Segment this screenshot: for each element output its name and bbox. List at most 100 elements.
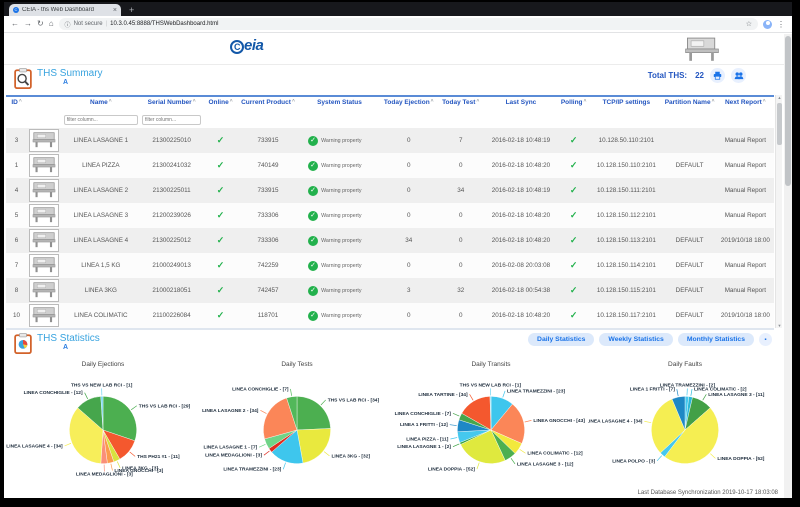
weekly-statistics-button[interactable]: Weekly Statistics xyxy=(599,333,672,346)
tab-close-icon[interactable]: × xyxy=(113,7,117,14)
status-text: Warning property xyxy=(321,163,361,169)
green-check-icon: ✓ xyxy=(570,210,578,220)
table-row[interactable]: 8LINEA 3KG21000218051✓742457✓Warning pro… xyxy=(6,278,774,303)
browser-scroll-thumb[interactable] xyxy=(785,36,791,186)
pie-label-line xyxy=(520,449,526,453)
url-input[interactable]: ⓘ Not secure | 10.3.0.45:8888/THSWebDash… xyxy=(59,18,758,30)
pie-label: LINEA LASAGNE 3 - [11] xyxy=(708,392,764,398)
table-row[interactable]: 10LINEA COLIMATIC21100226084✓118701✓Warn… xyxy=(6,303,774,328)
bookmark-star-icon[interactable]: ☆ xyxy=(746,20,752,28)
ths-summary-table: ID^ Name^Serial Number^Online^Current Pro… xyxy=(6,95,774,328)
home-icon[interactable]: ⌂ xyxy=(49,20,54,28)
status-text: Warning property xyxy=(321,238,361,244)
browser-scrollbar[interactable] xyxy=(784,34,792,498)
table-row[interactable]: 1LINEA PIZZA21300241032✓740149✓Warning p… xyxy=(6,153,774,178)
statistics-subtitle-link[interactable]: A xyxy=(63,344,100,351)
table-row[interactable]: 4LINEA LASAGNE 221300225011✓733915✓Warni… xyxy=(6,178,774,203)
sort-caret-icon[interactable]: ^ xyxy=(431,99,434,105)
monthly-statistics-button[interactable]: Monthly Statistics xyxy=(678,333,754,346)
cell-serial: 21300241032 xyxy=(140,153,203,178)
menu-dots-icon[interactable]: ⋮ xyxy=(777,20,785,29)
table-scrollbar[interactable]: ▲ ▼ xyxy=(775,95,782,328)
column-header[interactable]: Current Product^ xyxy=(238,96,298,107)
summary-title: THS Summary xyxy=(37,68,103,79)
column-header[interactable]: Online^ xyxy=(203,96,238,107)
cell-today-test: 0 xyxy=(437,228,485,253)
column-header[interactable]: Next Report^ xyxy=(717,96,774,107)
users-button[interactable] xyxy=(731,68,746,83)
cell-id: 6 xyxy=(6,228,27,253)
table-row[interactable]: 6LINEA LASAGNE 421300225012✓733306✓Warni… xyxy=(6,228,774,253)
status-text: Warning property xyxy=(321,313,361,319)
cell-id: 8 xyxy=(6,278,27,303)
cell-today-ejection: 0 xyxy=(381,203,437,228)
stats-more-button[interactable]: ▪ xyxy=(759,333,772,346)
column-header[interactable]: Serial Number^ xyxy=(140,96,203,107)
pie-label-line xyxy=(131,406,137,410)
cell-today-test: 0 xyxy=(437,203,485,228)
pie-label-line xyxy=(321,400,326,405)
column-header[interactable]: Polling^ xyxy=(557,96,590,107)
new-tab-button[interactable]: + xyxy=(129,4,134,16)
cell-serial: 21000249013 xyxy=(140,253,203,278)
sort-caret-icon[interactable]: ^ xyxy=(292,99,295,105)
chart-daily-faults: Daily Faults LINEA TRAMEZZINI - [2]LINEA… xyxy=(588,361,782,488)
sort-caret-icon[interactable]: ^ xyxy=(193,99,196,105)
pie-label: LINEA CONCHIGLIE - [7] xyxy=(395,411,452,417)
back-icon[interactable]: ← xyxy=(11,20,19,28)
ths-thumbnail xyxy=(27,278,62,303)
pie-slice xyxy=(297,396,331,430)
profile-avatar[interactable] xyxy=(763,20,772,29)
column-header[interactable]: ID^ xyxy=(6,96,27,107)
cell-today-test: 7 xyxy=(437,128,485,153)
scroll-down-icon[interactable]: ▼ xyxy=(776,323,783,328)
reload-icon[interactable]: ↻ xyxy=(37,20,44,28)
print-button[interactable] xyxy=(710,68,725,83)
table-header: ID^ Name^Serial Number^Online^Current Pro… xyxy=(6,96,774,128)
pie-label: LINEA MEDAGLIONI - [3] xyxy=(76,471,133,477)
sort-caret-icon[interactable]: ^ xyxy=(584,99,587,105)
sort-caret-icon[interactable]: ^ xyxy=(476,99,479,105)
cell-system-status: ✓Warning property xyxy=(298,203,381,228)
pie-daily-faults: LINEA TRAMEZZINI - [2]LINEA COLIMATIC - … xyxy=(588,370,782,488)
ths-thumbnail xyxy=(27,128,62,153)
pie-label: LINEA LASAGNE 2 - [34] xyxy=(202,408,259,414)
column-header[interactable]: Partition Name^ xyxy=(662,96,716,107)
pie-label-line xyxy=(644,421,651,422)
table-row[interactable]: 5LINEA LASAGNE 321200239026✓733306✓Warni… xyxy=(6,203,774,228)
daily-statistics-button[interactable]: Daily Statistics xyxy=(528,333,594,346)
ths-thumbnail xyxy=(27,178,62,203)
cell-today-test: 32 xyxy=(437,278,485,303)
status-ok-icon: ✓ xyxy=(308,136,318,146)
serial-filter-input[interactable] xyxy=(142,115,201,125)
scroll-up-icon[interactable]: ▲ xyxy=(776,95,783,100)
name-filter-input[interactable] xyxy=(64,115,138,125)
sort-caret-icon[interactable]: ^ xyxy=(712,99,715,105)
browser-tab[interactable]: C CEIA - ths Web Dashboard × xyxy=(9,4,121,16)
pie-label: LINEA DOPPIA - [52] xyxy=(717,456,764,462)
sort-caret-icon[interactable]: ^ xyxy=(763,99,766,105)
summary-subtitle-link[interactable]: A xyxy=(63,79,103,86)
forward-icon[interactable]: → xyxy=(24,20,32,28)
cell-last-sync: 2016-02-18 10:48:20 xyxy=(485,203,557,228)
cell-online: ✓ xyxy=(203,128,238,153)
table-row[interactable]: 7LINEA 1,5 KG21000249013✓742259✓Warning … xyxy=(6,253,774,278)
cell-last-sync: 2016-02-18 00:54:38 xyxy=(485,278,557,303)
cell-partition: DEFAULT xyxy=(662,228,716,253)
cell-next-report: 2019/10/18 18:00 xyxy=(717,303,774,328)
sort-caret-icon[interactable]: ^ xyxy=(19,99,22,105)
status-text: Warning property xyxy=(321,188,361,194)
sort-caret-icon[interactable]: ^ xyxy=(109,99,112,105)
table-scroll-thumb[interactable] xyxy=(777,103,782,145)
header-row: ID^ Name^Serial Number^Online^Current Pro… xyxy=(6,96,774,107)
column-header[interactable]: Today Ejection^ xyxy=(381,96,437,107)
sort-caret-icon[interactable]: ^ xyxy=(230,99,233,105)
column-header[interactable]: Today Test^ xyxy=(437,96,485,107)
column-header[interactable]: Name^ xyxy=(62,96,140,107)
pie-label: THS VS LAB RCI - [34] xyxy=(328,397,380,403)
pie-label: LINEA DOPPIA - [52] xyxy=(428,467,475,473)
pie-label-line xyxy=(703,394,707,400)
table-row[interactable]: 3LINEA LASAGNE 121300225010✓733915✓Warni… xyxy=(6,128,774,153)
cell-partition: DEFAULT xyxy=(662,153,716,178)
info-icon[interactable]: ⓘ xyxy=(65,20,71,29)
